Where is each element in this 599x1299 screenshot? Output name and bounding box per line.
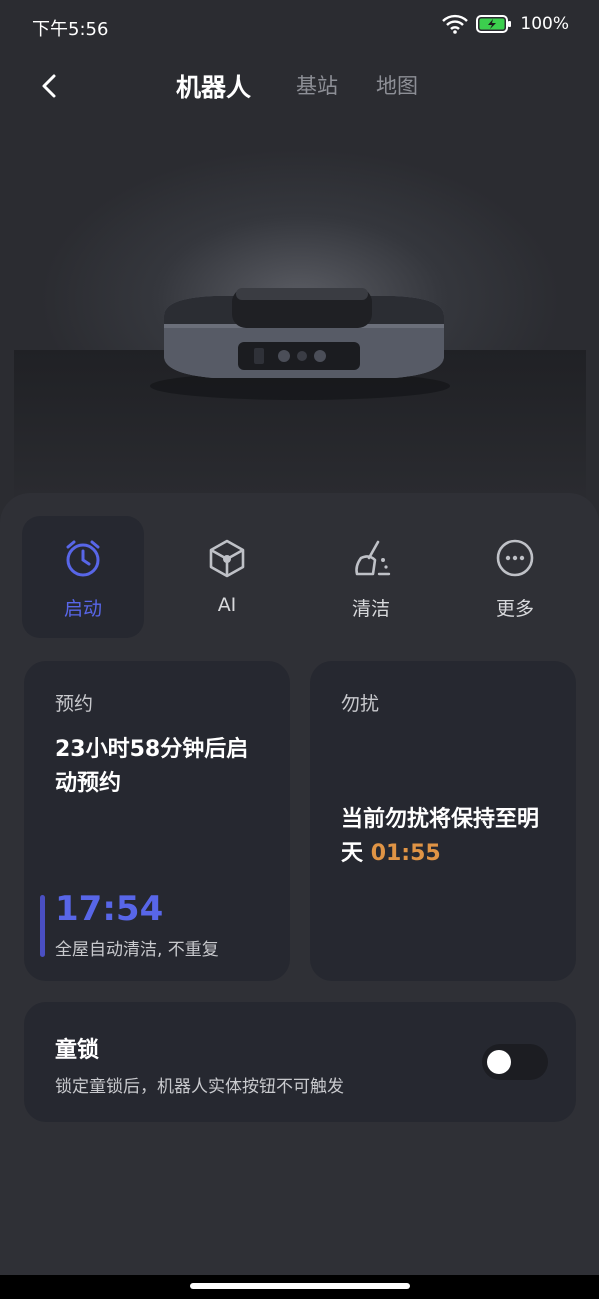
quick-actions: 启动 AI 清洁 更多 [22, 516, 578, 638]
schedule-countdown-text: 23小时58分钟后启动预约 [55, 737, 249, 796]
do-not-disturb-card[interactable]: 勿扰 当前勿扰将保持至明天 01:55 [310, 661, 576, 981]
schedule-title: 预约 [55, 693, 94, 715]
top-navigation: 机器人 基站 地图 [0, 58, 599, 114]
quick-more-button[interactable]: 更多 [454, 516, 576, 638]
status-indicators: 100% [442, 14, 569, 34]
more-dots-icon [496, 539, 534, 577]
quick-more-label: 更多 [495, 598, 534, 620]
toggle-knob [487, 1050, 511, 1074]
child-lock-card: 童锁 锁定童锁后，机器人实体按钮不可触发 [24, 1002, 576, 1122]
battery-percentage: 100% [520, 14, 569, 34]
child-lock-description: 锁定童锁后，机器人实体按钮不可触发 [55, 1077, 344, 1097]
broom-icon [355, 540, 391, 576]
schedule-indicator-bar [40, 895, 45, 957]
schedule-time: 17:54 [55, 889, 164, 929]
alarm-clock-icon [66, 540, 100, 577]
dnd-status: 当前勿扰将保持至明天 01:55 [341, 803, 556, 871]
back-button[interactable] [30, 66, 70, 106]
quick-clean-label: 清洁 [351, 598, 390, 620]
tab-robot[interactable]: 机器人 [176, 68, 251, 104]
status-bar: 下午5:56 100% [0, 0, 599, 52]
quick-ai-button[interactable]: AI [166, 516, 288, 638]
wifi-icon [442, 14, 469, 34]
quick-start-button[interactable]: 启动 [22, 516, 144, 638]
robot-vacuum-illustration [150, 288, 450, 400]
tab-map[interactable]: 地图 [376, 70, 418, 100]
robot-image [14, 128, 586, 508]
dnd-end-time: 01:55 [370, 841, 441, 866]
child-lock-toggle[interactable] [482, 1044, 548, 1080]
robot-settings-screen: 下午5:56 100% 机器人 基站 地图 启动 AI 清洁 更多 预约 23小… [0, 0, 599, 1299]
battery-charging-icon [476, 14, 512, 34]
chevron-left-icon [42, 74, 56, 98]
status-time: 下午5:56 [32, 19, 109, 40]
schedule-description: 全屋自动清洁, 不重复 [55, 940, 219, 960]
tab-base-station[interactable]: 基站 [296, 70, 338, 100]
quick-clean-button[interactable]: 清洁 [310, 516, 432, 638]
home-indicator[interactable] [190, 1283, 410, 1289]
child-lock-title: 童锁 [55, 1038, 100, 1063]
dnd-title: 勿扰 [341, 693, 380, 715]
schedule-card[interactable]: 预约 23小时58分钟后启动预约 17:54 全屋自动清洁, 不重复 [24, 661, 290, 981]
quick-start-label: 启动 [63, 598, 102, 620]
quick-ai-label: AI [217, 594, 237, 616]
cube-icon [209, 539, 245, 578]
